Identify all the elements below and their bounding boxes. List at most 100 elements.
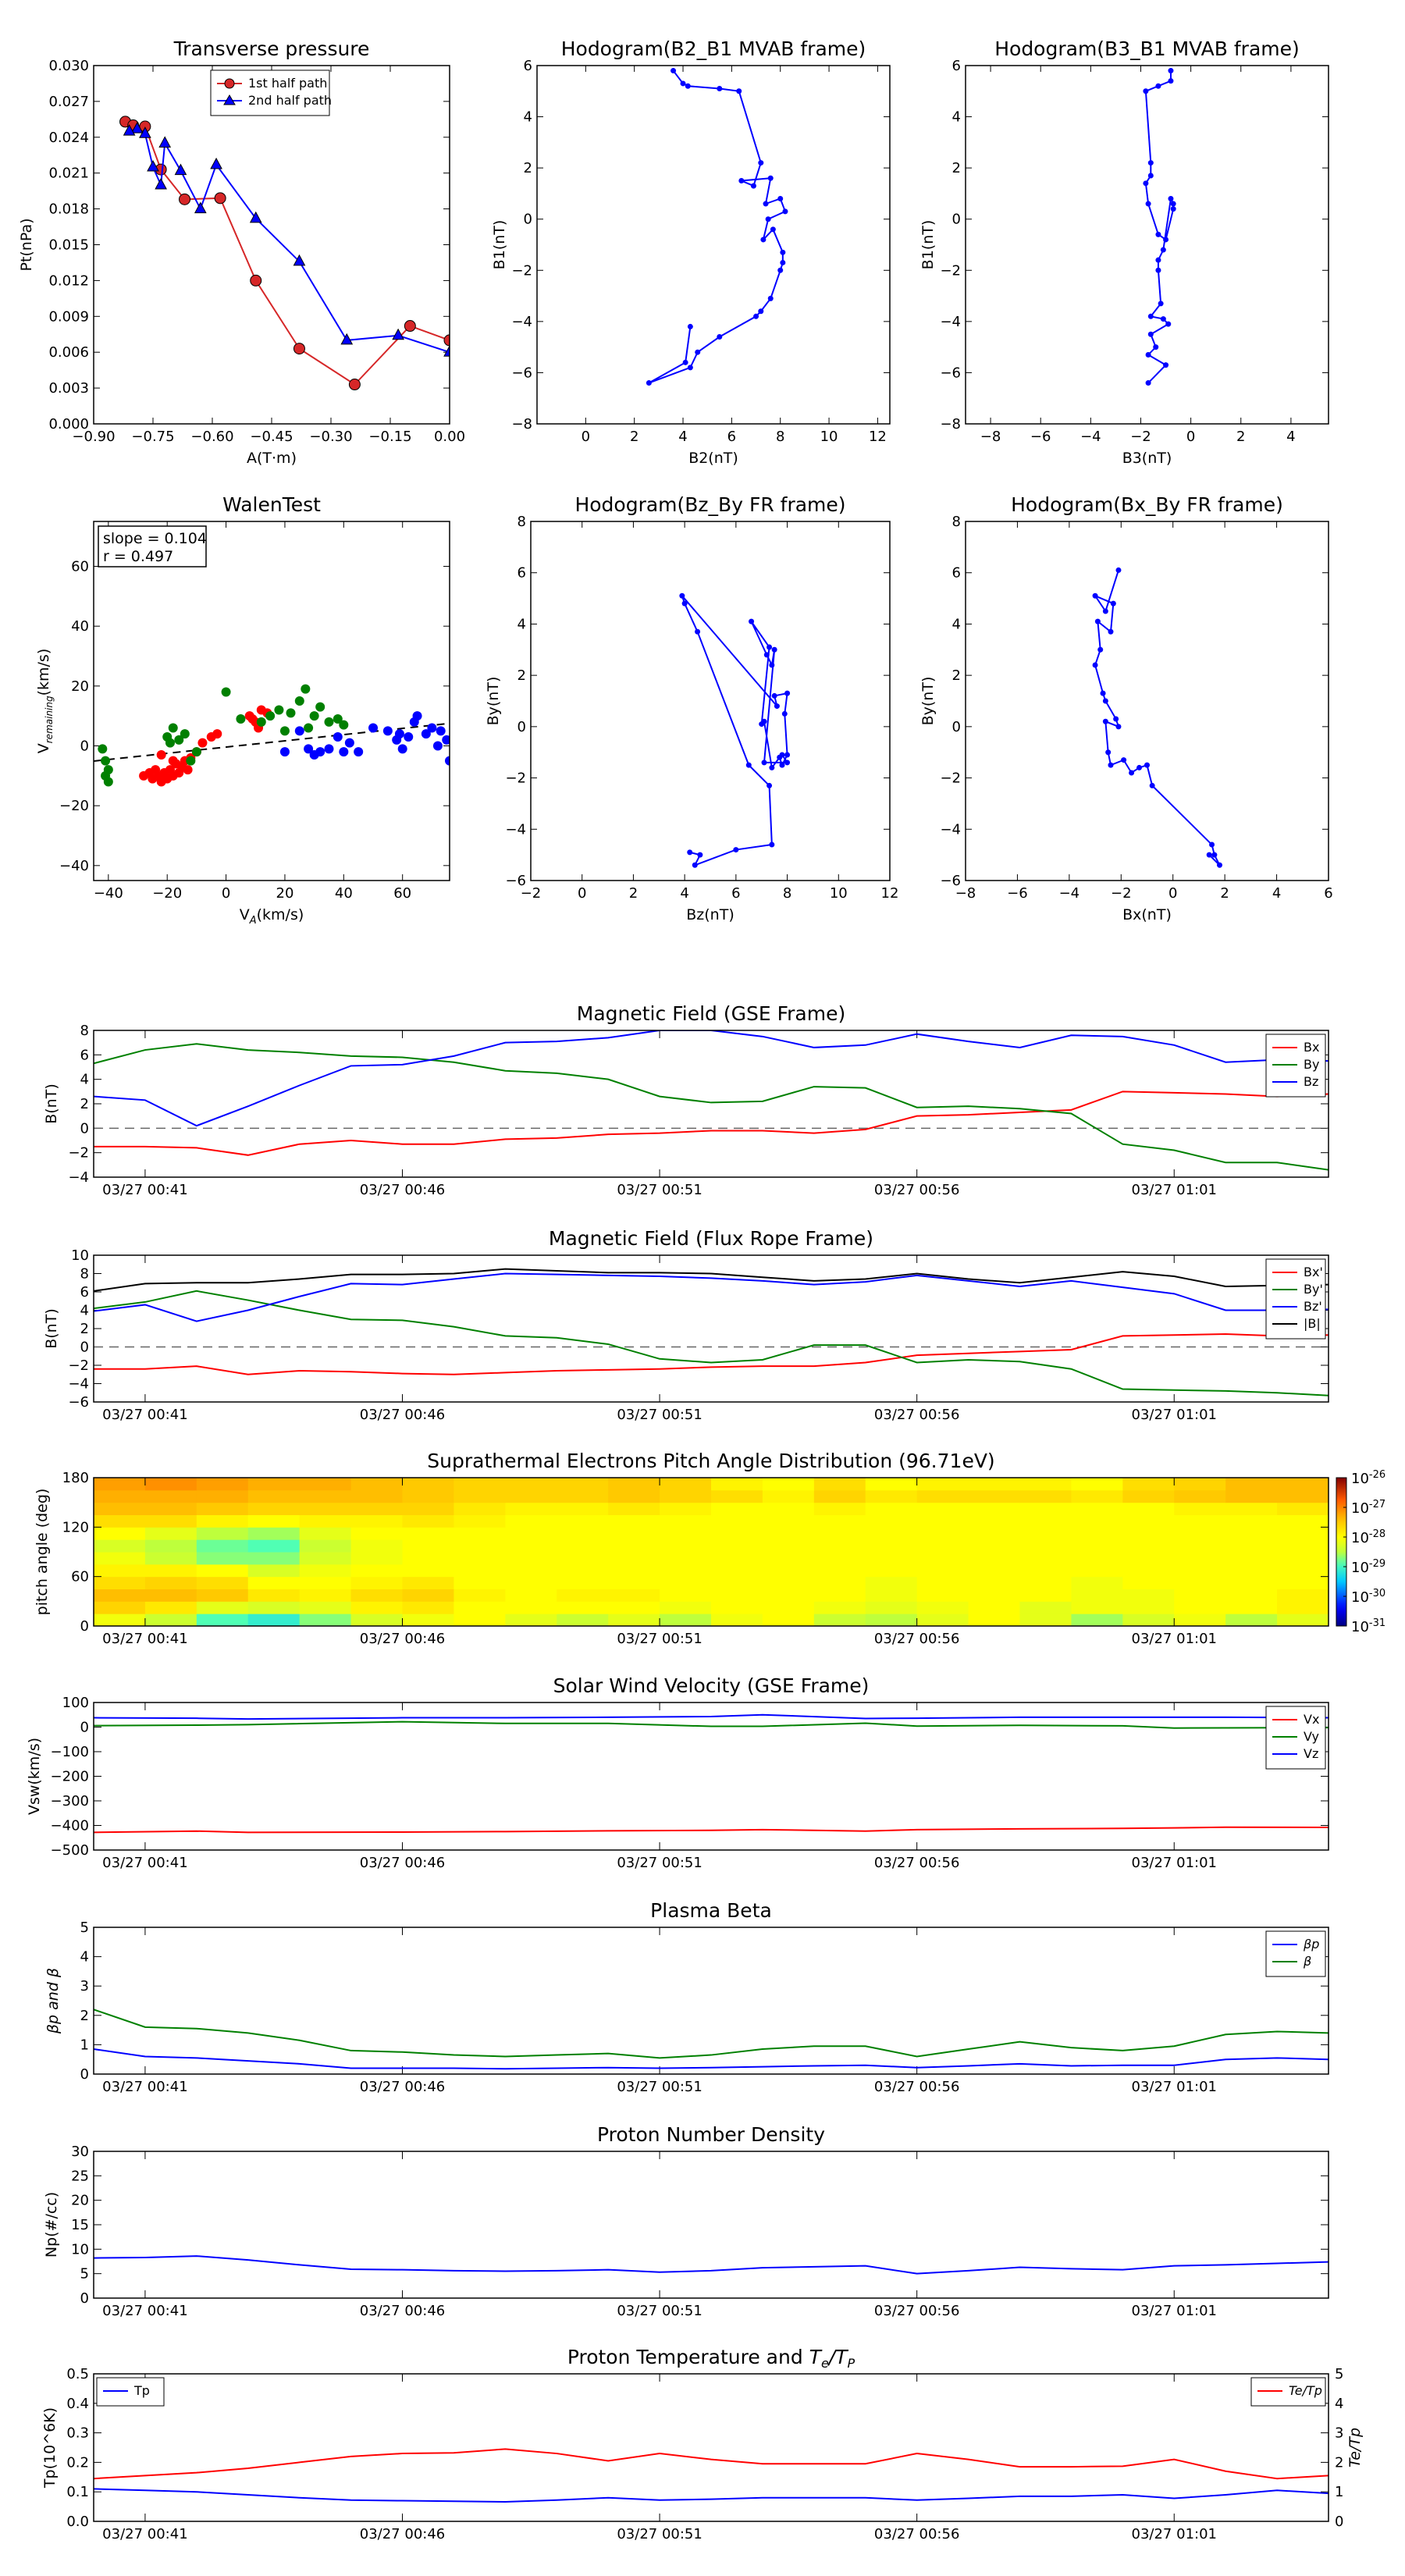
x-tick-label: 03/27 01:01 [1132,2079,1217,2095]
data-point [1143,180,1149,187]
heatmap-cell [1174,1489,1226,1503]
y-tick-label: −20 [59,798,89,814]
y-tick-label: −40 [59,858,89,874]
data-point [265,711,276,721]
annotation-text: slope = 0.104 [103,530,207,547]
heatmap-cell [402,1601,454,1614]
heatmap-cell [813,1564,866,1578]
heatmap-cell [1277,1489,1329,1503]
y-tick-label-right: 2 [1335,2454,1343,2471]
heatmap-cell [762,1564,815,1578]
y-tick-label: 0.012 [48,272,89,289]
data-point [758,160,764,166]
heatmap-cell [144,1601,197,1614]
legend-label: By [1304,1057,1319,1072]
x-tick-label: 12 [881,885,899,902]
heatmap-cell [196,1614,249,1627]
heatmap-cell [402,1478,454,1491]
data-point [681,600,688,607]
data-point [1143,88,1149,94]
data-point [1217,862,1222,868]
heatmap-cell [608,1564,660,1578]
x-tick-label: 03/27 00:41 [102,1855,187,1871]
heatmap-cell [1019,1489,1072,1503]
heatmap-cell [247,1502,301,1515]
data-point [749,618,755,624]
heatmap-cell [144,1514,197,1528]
heatmap-cell [608,1589,660,1602]
heatmap-cell [1277,1514,1329,1528]
heatmap-cell [94,1489,146,1503]
heatmap-cell [1174,1514,1226,1528]
data-point [769,841,775,848]
chart-title: Proton Temperature and Te/TP [567,2346,855,2371]
heatmap-cell [299,1576,352,1589]
heatmap-cell [1277,1478,1329,1491]
heatmap-cell [299,1478,352,1491]
heatmap-cell [1277,1552,1329,1565]
data-point [1155,267,1161,273]
data-point [753,313,759,319]
data-point [670,68,677,74]
heatmap-cell [660,1589,712,1602]
x-tick-label: 6 [727,429,736,445]
heatmap-cell [1071,1539,1123,1553]
heatmap-cell [813,1539,866,1553]
legend-label: Vx [1304,1712,1319,1727]
heatmap-cell [968,1564,1020,1578]
heatmap-cell [402,1489,454,1503]
heatmap-cell [660,1514,712,1528]
heatmap-cell [916,1601,969,1614]
legend-label: Vz [1304,1746,1318,1761]
heatmap-cell [196,1552,249,1565]
data-point [1092,662,1098,668]
x-tick-label: 03/27 01:01 [1132,1855,1217,1871]
data-point [1155,231,1161,237]
y-tick-label: −6 [68,1394,89,1411]
data-point [1110,600,1116,607]
data-point [779,752,785,758]
heatmap-cell [505,1601,557,1614]
legend-label: βp [1303,1937,1319,1952]
x-tick-label: 03/27 00:56 [874,2303,959,2319]
y-tick-label: 0 [80,738,89,755]
heatmap-cell [247,1564,301,1578]
heatmap-cell [557,1514,609,1528]
y-tick-label: −2 [940,770,961,787]
x-tick-label: 4 [1272,885,1281,902]
data-point [180,729,190,739]
data-point [687,849,693,856]
heatmap-cell [1277,1564,1329,1578]
heatmap-cell [762,1478,815,1491]
heatmap-cell [144,1502,197,1515]
y-tick-label-right: 4 [1335,2396,1343,2412]
x-tick-label: 03/27 00:46 [360,1631,445,1647]
x-tick-label: 2 [1220,885,1229,902]
chart-title: Hodogram(B2_B1 MVAB frame) [561,37,866,60]
y-tick-label: 8 [80,1266,89,1283]
data-point [767,175,774,181]
data-point [1145,380,1151,386]
y-tick-label: 0.0 [66,2514,89,2530]
y-tick-label: 180 [62,1470,89,1486]
heatmap-cell [1019,1564,1072,1578]
y-tick-label: 5 [80,1920,89,1936]
heatmap-cell [968,1514,1020,1528]
data-point [247,714,258,724]
legend-label: Vy [1304,1729,1319,1744]
heatmap-cell [1225,1502,1278,1515]
x-tick-label: 03/27 00:56 [874,1855,959,1871]
x-tick-label: −0.45 [250,429,293,445]
heatmap-cell [505,1478,557,1491]
heatmap-cell [1019,1478,1072,1491]
heatmap-cell [454,1601,506,1614]
heatmap-cell [1225,1552,1278,1565]
heatmap-cell [1122,1589,1175,1602]
data-point [750,183,756,189]
data-point [183,765,193,775]
heatmap-cell [1277,1614,1329,1627]
x-tick-label: 0 [1186,429,1195,445]
y-tick-label: 3 [80,1978,89,1994]
heatmap-cell [813,1576,866,1589]
heatmap-cell [813,1589,866,1602]
